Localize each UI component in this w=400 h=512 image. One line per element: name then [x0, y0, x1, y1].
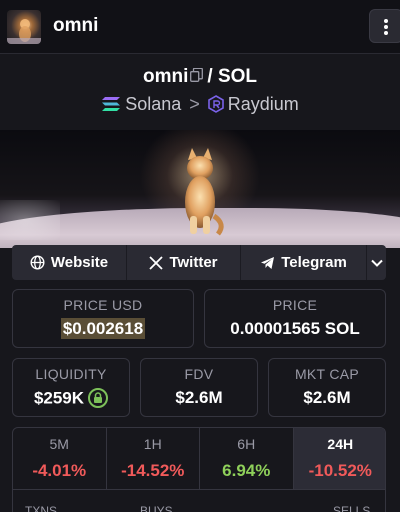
vertical-dots-icon [384, 19, 388, 35]
liquidity-card: LIQUIDITY $259K [12, 358, 130, 417]
pair-title: omni / SOL [0, 66, 400, 88]
twitter-label: Twitter [169, 254, 218, 271]
solana-icon [102, 96, 121, 111]
telegram-icon [261, 256, 275, 269]
pair-separator: / [207, 66, 213, 87]
tab-24h[interactable]: 24H -10.52% [293, 428, 385, 490]
dex-name[interactable]: Raydium [228, 94, 299, 114]
tab-1h[interactable]: 1H -14.52% [106, 428, 200, 490]
x-logo-icon [149, 255, 164, 270]
copy-icon[interactable] [190, 68, 204, 83]
price-usd-value: $0.002618 [60, 318, 146, 339]
chain-dex-row: Solana > Raydium [0, 94, 400, 116]
token-avatar [7, 10, 41, 44]
social-links: Website Twitter Telegram [12, 245, 386, 280]
txns-label: TXNS [25, 504, 58, 512]
chevron-down-icon [370, 259, 383, 267]
price-usd-card: PRICE USD $0.002618 [12, 289, 194, 348]
top-bar: omni [0, 0, 400, 54]
twitter-button[interactable]: Twitter [126, 245, 240, 280]
price-change: -14.52% [121, 461, 185, 480]
more-links-button[interactable] [366, 245, 386, 280]
tab-6h[interactable]: 6H 6.94% [200, 428, 294, 490]
price-label: PRICE [272, 297, 318, 313]
fdv-label: FDV [184, 366, 214, 382]
kitten-image [185, 148, 224, 236]
globe-icon [30, 255, 45, 270]
menu-button[interactable] [369, 9, 400, 43]
website-label: Website [50, 254, 109, 271]
telegram-label: Telegram [281, 254, 347, 271]
price-usd-label: PRICE USD [63, 297, 143, 313]
website-button[interactable]: Website [12, 245, 126, 280]
liquidity-label: LIQUIDITY [35, 366, 107, 382]
token-name: omni [53, 15, 99, 36]
chain-name[interactable]: Solana [125, 94, 181, 114]
tab-label: 6H [237, 436, 256, 452]
market-cap-card: MKT CAP $2.6M [268, 358, 386, 417]
buys-label: BUYS [140, 504, 173, 512]
fdv-card: FDV $2.6M [140, 358, 258, 417]
timeframe-tabs: 5M -4.01% 1H -14.52% 6H 6.94% 24H -10.52… [12, 427, 386, 512]
price-change: -4.01% [32, 461, 87, 480]
sells-label: SELLS [333, 504, 371, 512]
tab-label: 24H [327, 436, 354, 452]
liquidity-value: $259K [33, 388, 85, 408]
price-change: 6.94% [222, 461, 271, 480]
tab-label: 5M [49, 436, 69, 452]
liquidity-lock-icon[interactable] [88, 388, 109, 408]
price-sol-card: PRICE 0.00001565 SOL [204, 289, 386, 348]
market-cap-label: MKT CAP [294, 366, 360, 382]
fdv-value: $2.6M [175, 388, 223, 407]
chevron-right-icon: > [189, 94, 200, 114]
tab-label: 1H [143, 436, 162, 452]
telegram-button[interactable]: Telegram [240, 245, 366, 280]
raydium-icon [207, 94, 224, 113]
pair-quote: SOL [217, 66, 257, 87]
token-banner-image [0, 130, 400, 248]
market-cap-value: $2.6M [303, 388, 351, 407]
tab-5m[interactable]: 5M -4.01% [13, 428, 107, 490]
price-sol-value: 0.00001565 SOL [230, 319, 360, 338]
price-change: -10.52% [308, 461, 372, 480]
pair-base: omni [142, 66, 189, 87]
